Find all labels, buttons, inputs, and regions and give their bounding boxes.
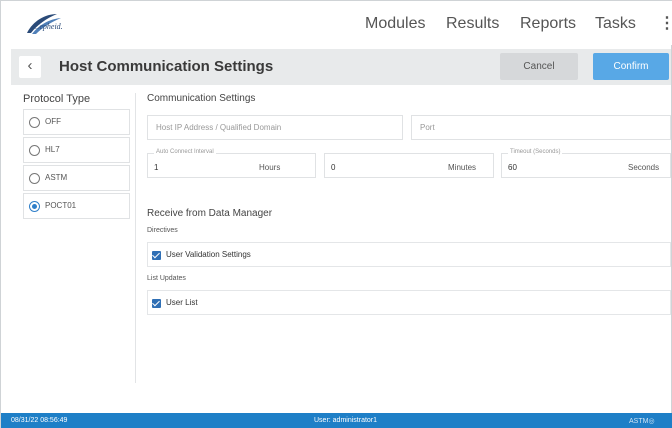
- nav-results[interactable]: Results: [446, 15, 499, 33]
- port-input[interactable]: Port: [411, 115, 671, 140]
- top-nav: Cepheid. Modules Results Reports Tasks ⋮: [1, 1, 672, 45]
- status-bar: 08/31/22 08:56:49 User: administrator1 A…: [1, 413, 672, 428]
- receive-heading: Receive from Data Manager: [147, 208, 273, 219]
- minutes-input[interactable]: 0 Minutes: [324, 153, 494, 178]
- more-options-icon[interactable]: ⋮: [659, 13, 672, 33]
- hours-value: 1: [154, 163, 159, 172]
- protocol-label: HL7: [45, 145, 60, 154]
- status-connection: ASTM◎: [629, 418, 655, 425]
- panel-divider: [135, 93, 136, 383]
- user-list-row[interactable]: User List: [147, 290, 671, 315]
- auto-connect-label: Auto Connect Interval: [154, 149, 216, 155]
- user-list-label: User List: [166, 298, 198, 307]
- radio-selected-icon[interactable]: [29, 201, 40, 212]
- communication-settings-heading: Communication Settings: [147, 93, 256, 104]
- status-datetime: 08/31/22 08:56:49: [11, 417, 68, 424]
- app-frame: Cepheid. Modules Results Reports Tasks ⋮…: [0, 0, 672, 428]
- protocol-option-poct01[interactable]: POCT01: [23, 193, 130, 219]
- host-address-input[interactable]: Host IP Address / Qualified Domain: [147, 115, 403, 140]
- port-placeholder: Port: [420, 123, 435, 132]
- protocol-type-heading: Protocol Type: [23, 93, 91, 105]
- seconds-unit: Seconds: [628, 163, 660, 172]
- radio-icon[interactable]: [29, 117, 40, 128]
- host-address-placeholder: Host IP Address / Qualified Domain: [156, 123, 282, 132]
- chevron-left-icon: ‹: [27, 57, 33, 74]
- nav-reports[interactable]: Reports: [520, 15, 576, 33]
- confirm-button[interactable]: Confirm: [593, 53, 669, 80]
- nav-tasks[interactable]: Tasks: [595, 15, 636, 33]
- protocol-label: OFF: [45, 117, 61, 126]
- protocol-option-hl7[interactable]: HL7: [23, 137, 130, 163]
- page-title: Host Communication Settings: [59, 58, 274, 75]
- radio-icon[interactable]: [29, 173, 40, 184]
- checkbox-checked-icon[interactable]: [152, 299, 161, 308]
- minutes-unit: Minutes: [448, 163, 477, 172]
- list-updates-label: List Updates: [147, 275, 186, 282]
- back-button[interactable]: ‹: [19, 56, 41, 78]
- timeout-input[interactable]: Timeout (Seconds) 60 Seconds: [501, 149, 671, 178]
- status-user: User: administrator1: [314, 417, 378, 424]
- user-validation-row[interactable]: User Validation Settings: [147, 242, 671, 267]
- logo-text: Cepheid.: [34, 22, 63, 31]
- minutes-value: 0: [331, 163, 336, 172]
- protocol-option-off[interactable]: OFF: [23, 109, 130, 135]
- nav-modules[interactable]: Modules: [365, 15, 425, 33]
- timeout-value: 60: [508, 163, 517, 172]
- cancel-button[interactable]: Cancel: [500, 53, 578, 80]
- hours-unit: Hours: [259, 163, 281, 172]
- timeout-label: Timeout (Seconds): [508, 149, 563, 155]
- protocol-label: POCT01: [45, 201, 77, 210]
- directives-label: Directives: [147, 227, 178, 234]
- user-validation-label: User Validation Settings: [166, 250, 251, 259]
- checkbox-checked-icon[interactable]: [152, 251, 161, 260]
- radio-icon[interactable]: [29, 145, 40, 156]
- protocol-option-astm[interactable]: ASTM: [23, 165, 130, 191]
- title-bar: ‹ Host Communication Settings Cancel Con…: [11, 49, 671, 85]
- hours-input[interactable]: Auto Connect Interval 1 Hours: [147, 149, 316, 178]
- protocol-label: ASTM: [45, 173, 68, 182]
